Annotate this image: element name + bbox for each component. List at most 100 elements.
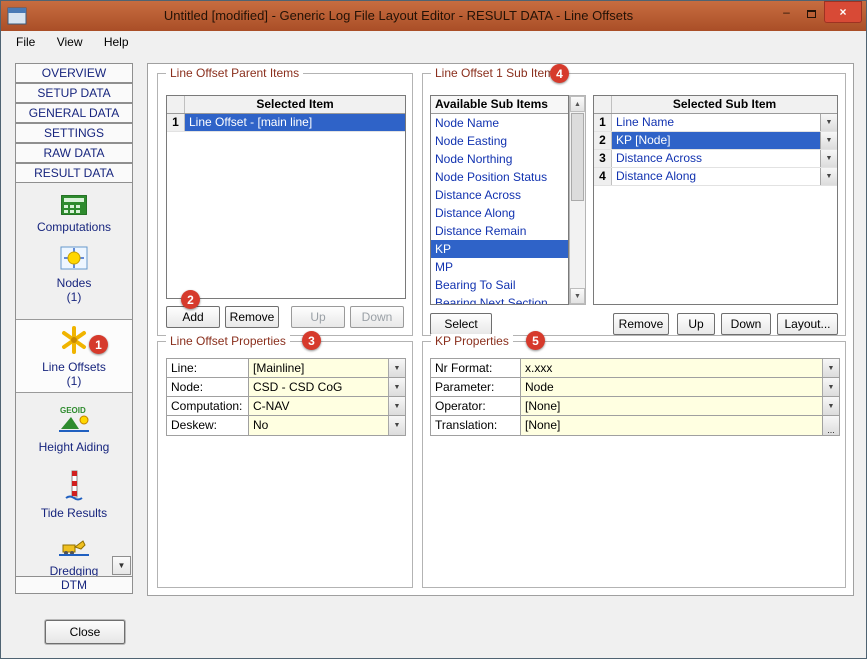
annotation-badge-5: 5 bbox=[526, 331, 545, 350]
up-button[interactable]: Up bbox=[291, 306, 345, 328]
annotation-badge-4: 4 bbox=[550, 64, 569, 83]
select-button[interactable]: Select bbox=[430, 313, 492, 335]
list-item[interactable]: Node Name bbox=[431, 114, 568, 132]
property-row: Operator: [None] ▼ bbox=[431, 397, 839, 416]
remove-button[interactable]: Remove bbox=[225, 306, 279, 328]
property-value[interactable]: [Mainline] bbox=[249, 359, 388, 377]
scrollbar-thumb[interactable] bbox=[571, 113, 584, 201]
main-panel: Line Offset Parent Items Selected Item 1… bbox=[147, 63, 854, 596]
combo-dropdown-button[interactable]: ▼ bbox=[822, 359, 839, 377]
list-item[interactable]: MP bbox=[431, 258, 568, 276]
group-title: Line Offset Parent Items bbox=[166, 66, 303, 80]
combo-dropdown-button[interactable]: ▼ bbox=[822, 397, 839, 415]
combo-dropdown-button[interactable]: ▼ bbox=[388, 397, 405, 415]
maximize-button[interactable] bbox=[799, 1, 824, 23]
sidebar-item-overview[interactable]: OVERVIEW bbox=[15, 63, 133, 83]
menu-help[interactable]: Help bbox=[95, 31, 138, 53]
sidebar-item-nodes[interactable]: Nodes (1) bbox=[16, 245, 132, 304]
property-value[interactable]: x.xxx bbox=[521, 359, 822, 377]
list-item-selected[interactable]: KP bbox=[431, 240, 568, 258]
property-row: Deskew: No ▼ bbox=[167, 416, 405, 435]
sidebar-item-height-aiding[interactable]: GEOID Height Aiding bbox=[16, 405, 132, 454]
combo-dropdown-button[interactable]: ▼ bbox=[820, 168, 837, 185]
remove-sub-button[interactable]: Remove bbox=[613, 313, 669, 335]
property-value[interactable]: [None] bbox=[521, 416, 822, 435]
property-row: Parameter: Node ▼ bbox=[431, 378, 839, 397]
property-value[interactable]: Node bbox=[521, 378, 822, 396]
scrollbar-down-button[interactable]: ▼ bbox=[570, 288, 585, 304]
table-row[interactable]: 1 Line Offset - [main line] bbox=[167, 114, 405, 132]
property-row: Translation: [None] ... bbox=[431, 416, 839, 435]
window-title: Untitled [modified] - Generic Log File L… bbox=[41, 1, 756, 31]
combo-dropdown-button[interactable]: ▼ bbox=[820, 150, 837, 167]
chevron-down-icon: ▼ bbox=[826, 137, 833, 144]
chevron-down-icon: ▼ bbox=[826, 119, 833, 126]
down-button[interactable]: Down bbox=[350, 306, 404, 328]
properties-table: Nr Format: x.xxx ▼ Parameter: Node ▼ Ope… bbox=[430, 358, 840, 436]
property-label: Line: bbox=[167, 359, 249, 377]
sidebar-item-result-data[interactable]: RESULT DATA bbox=[15, 163, 133, 183]
menu-file[interactable]: File bbox=[7, 31, 44, 53]
combo-dropdown-button[interactable]: ▼ bbox=[388, 378, 405, 396]
calculator-icon bbox=[16, 195, 132, 218]
menu-view[interactable]: View bbox=[48, 31, 92, 53]
layout-button[interactable]: Layout... bbox=[777, 313, 838, 335]
row-number: 4 bbox=[594, 168, 612, 185]
available-list-scrollbar[interactable]: ▲ ▼ bbox=[569, 95, 586, 305]
dialog-window: Untitled [modified] - Generic Log File L… bbox=[0, 0, 867, 659]
property-value[interactable]: [None] bbox=[521, 397, 822, 415]
property-label: Parameter: bbox=[431, 378, 521, 396]
combo-dropdown-button[interactable]: ▼ bbox=[820, 114, 837, 131]
table-header: Selected Sub Item bbox=[612, 96, 837, 113]
sidebar-item-settings[interactable]: SETTINGS bbox=[15, 123, 133, 143]
table-row-selected[interactable]: 2 KP [Node] ▼ bbox=[594, 132, 837, 150]
list-item[interactable]: Bearing To Sail bbox=[431, 276, 568, 294]
list-item[interactable]: Distance Along bbox=[431, 204, 568, 222]
sidebar-item-label: Height Aiding bbox=[16, 440, 132, 454]
sidebar-scroll-down-button[interactable]: ▼ bbox=[112, 556, 131, 575]
table-row[interactable]: 3 Distance Across ▼ bbox=[594, 150, 837, 168]
sidebar-item-line-offsets[interactable]: Line Offsets (1) bbox=[16, 319, 132, 393]
minimize-button[interactable]: – bbox=[774, 1, 799, 23]
list-item[interactable]: Node Easting bbox=[431, 132, 568, 150]
list-item[interactable]: Distance Remain bbox=[431, 222, 568, 240]
group-title: Line Offset Properties bbox=[166, 334, 290, 348]
line-offsets-icon bbox=[16, 325, 132, 358]
up-sub-button[interactable]: Up bbox=[677, 313, 715, 335]
add-button[interactable]: Add bbox=[166, 306, 220, 328]
combo-dropdown-button[interactable]: ▼ bbox=[822, 378, 839, 396]
property-value[interactable]: C-NAV bbox=[249, 397, 388, 415]
ellipsis-button[interactable]: ... bbox=[822, 416, 839, 435]
close-button[interactable]: Close bbox=[45, 620, 125, 644]
sidebar-item-raw-data[interactable]: RAW DATA bbox=[15, 143, 133, 163]
app-icon bbox=[7, 6, 27, 26]
sidebar-item-tide-results[interactable]: Tide Results bbox=[16, 469, 132, 520]
property-value[interactable]: CSD - CSD CoG bbox=[249, 378, 388, 396]
table-row[interactable]: 4 Distance Along ▼ bbox=[594, 168, 837, 186]
list-item[interactable]: Distance Across bbox=[431, 186, 568, 204]
combo-dropdown-button[interactable]: ▼ bbox=[388, 416, 405, 435]
table-row[interactable]: 1 Line Name ▼ bbox=[594, 114, 837, 132]
selected-sub-item-table: Selected Sub Item 1 Line Name ▼ 2 KP [No… bbox=[593, 95, 838, 305]
combo-dropdown-button[interactable]: ▼ bbox=[820, 132, 837, 149]
list-item[interactable]: Node Northing bbox=[431, 150, 568, 168]
row-value: Distance Along bbox=[612, 168, 820, 185]
combo-dropdown-button[interactable]: ▼ bbox=[388, 359, 405, 377]
sidebar-item-setup-data[interactable]: SETUP DATA bbox=[15, 83, 133, 103]
sub-items-group: Line Offset 1 Sub Items Available Sub It… bbox=[422, 73, 846, 336]
chevron-down-icon: ▼ bbox=[828, 365, 835, 372]
table-header-row: Selected Item bbox=[167, 96, 405, 114]
down-sub-button[interactable]: Down bbox=[721, 313, 771, 335]
scrollbar-up-button[interactable]: ▲ bbox=[570, 96, 585, 112]
sidebar-item-computations[interactable]: Computations bbox=[16, 195, 132, 234]
property-value[interactable]: No bbox=[249, 416, 388, 435]
sidebar-item-dtm[interactable]: DTM bbox=[15, 576, 133, 594]
close-window-button[interactable]: × bbox=[824, 1, 862, 23]
row-value: Distance Across bbox=[612, 150, 820, 167]
list-item[interactable]: Bearing Next Section bbox=[431, 294, 568, 305]
chevron-down-icon: ▼ bbox=[118, 561, 126, 570]
list-item[interactable]: Node Position Status bbox=[431, 168, 568, 186]
sidebar-item-general-data[interactable]: GENERAL DATA bbox=[15, 103, 133, 123]
property-label: Operator: bbox=[431, 397, 521, 415]
window-controls: – × bbox=[774, 1, 862, 23]
